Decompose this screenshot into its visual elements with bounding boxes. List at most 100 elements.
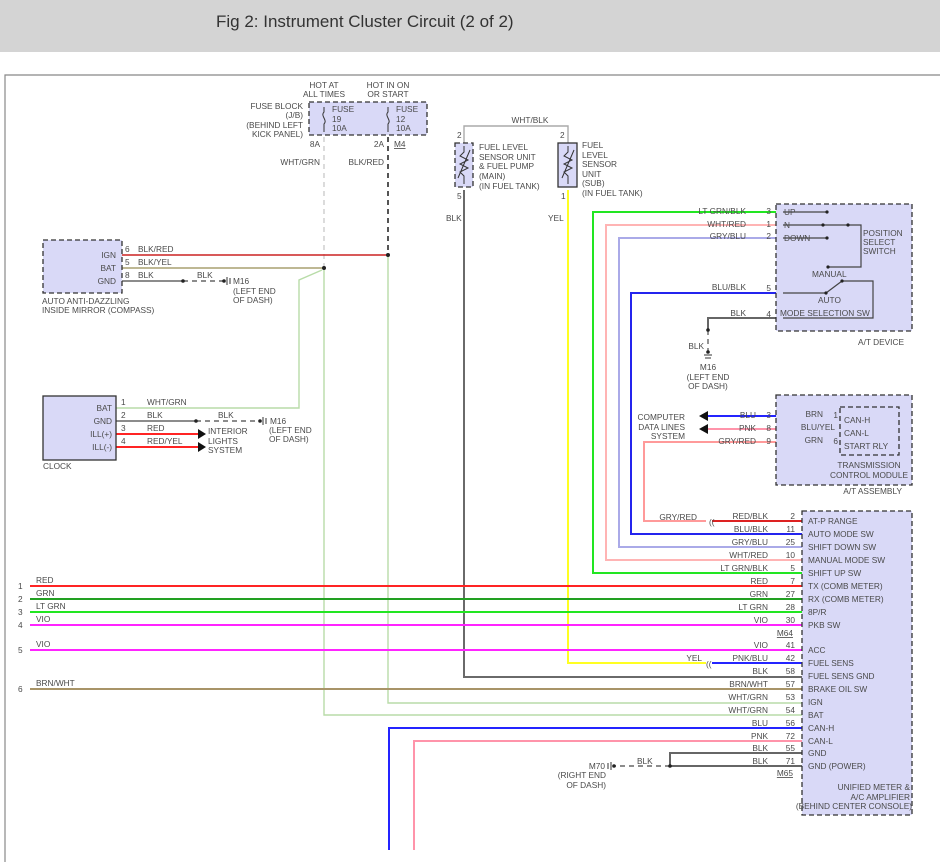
- pin-label: 27: [786, 589, 796, 599]
- fuse-block: HOT AT ALL TIMES HOT IN ON OR START FUSE…: [246, 80, 428, 167]
- fuse-rating: 10A: [396, 123, 411, 133]
- wire-label: WHT/RED: [729, 550, 768, 560]
- pin-label: 57: [786, 679, 796, 689]
- terminal-label: ACC: [808, 645, 826, 655]
- wire-label: BLK/RED: [348, 157, 384, 167]
- arrow-icon: [699, 424, 708, 434]
- wire-label: LT GRN/BLK: [698, 206, 746, 216]
- pin-label: 71: [786, 756, 796, 766]
- component-label: (IN FUEL TANK): [479, 181, 540, 191]
- wire-label: YEL: [686, 653, 702, 663]
- wire-label: BLK: [752, 743, 768, 753]
- ground-icon: [226, 277, 231, 285]
- pin-label: 11: [786, 524, 795, 534]
- wire-label: LT GRN: [738, 602, 768, 612]
- connector-label: M64: [777, 628, 794, 638]
- wire-label: BLU/BLK: [734, 524, 769, 534]
- pin-label: 72: [786, 731, 796, 741]
- pin-label: 54: [786, 705, 796, 715]
- pin-label: 5: [790, 563, 795, 573]
- wire-label: VIO: [36, 639, 51, 649]
- tcm-label: TRANSMISSION: [837, 460, 900, 470]
- ground-location: OF DASH): [688, 381, 728, 391]
- tcm-label: CONTROL MODULE: [830, 470, 909, 480]
- pin-label: 2: [560, 130, 565, 140]
- terminal-label: GND: [808, 748, 826, 758]
- ground-icon: [607, 762, 612, 770]
- pin-label: 10: [786, 550, 796, 560]
- wire-label: BRN/WHT: [729, 679, 768, 689]
- pin-label: 2: [790, 511, 795, 521]
- terminal-label: IGN: [808, 697, 823, 707]
- wire-lt-grn-blk: [592, 211, 802, 574]
- component-label: (MAIN): [479, 171, 506, 181]
- wire-label: YEL: [548, 213, 564, 223]
- wire-label: RED: [750, 576, 768, 586]
- fuse-label: FUSE: [332, 104, 355, 114]
- component-title: A/T ASSEMBLY: [843, 486, 902, 496]
- terminal-label: RX (COMB METER): [808, 594, 884, 604]
- pin-label: 30: [786, 615, 796, 625]
- wire-label: RED/YEL: [147, 436, 183, 446]
- wire-label: WHT/GRN: [728, 692, 768, 702]
- wire-meter-gnd: [669, 752, 802, 766]
- arrow-icon: [699, 411, 708, 421]
- ground-connector: M16: [700, 362, 717, 372]
- terminal-label: FUEL SENS GND: [808, 671, 875, 681]
- terminal-label: SHIFT DOWN SW: [808, 542, 876, 552]
- harness-number: 5: [18, 645, 23, 655]
- pin-label: 2: [121, 410, 126, 420]
- at-assembly: BLU 3 BRN 1 CAN-H PNK 8 BLU/YEL CAN-L GR…: [638, 394, 913, 496]
- terminal-label: CAN-H: [844, 415, 870, 425]
- component-title: (BEHIND CENTER CONSOLE): [796, 801, 912, 811]
- pin-label: 7: [790, 576, 795, 586]
- ground-connector: M16: [233, 276, 250, 286]
- wire-label: GRY/BLU: [710, 231, 746, 241]
- component-title: CLOCK: [43, 461, 72, 471]
- wire-label: BRN: [805, 409, 823, 419]
- computer-data-lines-label: COMPUTER: [638, 412, 685, 422]
- pin-label: 25: [786, 537, 796, 547]
- wire-label: BLU/YEL: [801, 422, 836, 432]
- wire-label: BLK: [752, 666, 768, 676]
- wire-label: GRN: [36, 588, 54, 598]
- component-label: (SUB): [582, 178, 605, 188]
- pin-label: 2: [457, 130, 462, 140]
- inside-mirror: IGN BAT GND 6 5 8 BLK/RED BLK/YEL BLK BL…: [42, 239, 276, 315]
- terminal-label: FUEL SENS: [808, 658, 854, 668]
- interior-lights-label: INTERIOR: [208, 426, 248, 436]
- switch-label: AUTO: [818, 295, 841, 305]
- terminal-label: 8P/R: [808, 607, 826, 617]
- wire-label: GRN: [805, 435, 823, 445]
- terminal-label: GND: [94, 416, 112, 426]
- wire-label: RED: [147, 423, 165, 433]
- terminal-label: DOWN: [784, 233, 810, 243]
- harness-number: 6: [18, 684, 23, 694]
- fuel-sensors: WHT/BLK 2 5 BLK FUEL LEVEL SENSOR UNIT &…: [446, 115, 643, 223]
- harness-number: 4: [18, 620, 23, 630]
- wire-label: BLK: [218, 410, 234, 420]
- wire-clock-bat: [116, 269, 323, 409]
- wire-wht-blk: [463, 125, 569, 143]
- wire-pnk-can-l-meter: [413, 740, 802, 850]
- wire-label: BLU: [752, 718, 768, 728]
- wire-wht-grn-bat: [323, 268, 802, 716]
- pin-label: 9: [766, 436, 771, 446]
- ground-location: OF DASH): [566, 780, 606, 790]
- wire-label: BLK: [197, 270, 213, 280]
- interior-lights-label: SYSTEM: [208, 445, 242, 455]
- wire-label: LT GRN/BLK: [720, 563, 768, 573]
- wire-label: WHT/RED: [707, 219, 746, 229]
- wire-label: WHT/GRN: [147, 397, 187, 407]
- terminal-label: TX (COMB METER): [808, 581, 883, 591]
- pin-label: 5: [125, 257, 130, 267]
- terminal-label: GND: [98, 276, 116, 286]
- wire-label: GRY/BLU: [732, 537, 768, 547]
- pin-label: 8: [125, 270, 130, 280]
- terminal-label: N: [784, 220, 790, 230]
- wire-label: LT GRN: [36, 601, 66, 611]
- wire-label: WHT/GRN: [280, 157, 320, 167]
- switch-label: MANUAL: [812, 269, 847, 279]
- terminal-label: IGN: [101, 250, 116, 260]
- wire-label: GRY/RED: [718, 436, 756, 446]
